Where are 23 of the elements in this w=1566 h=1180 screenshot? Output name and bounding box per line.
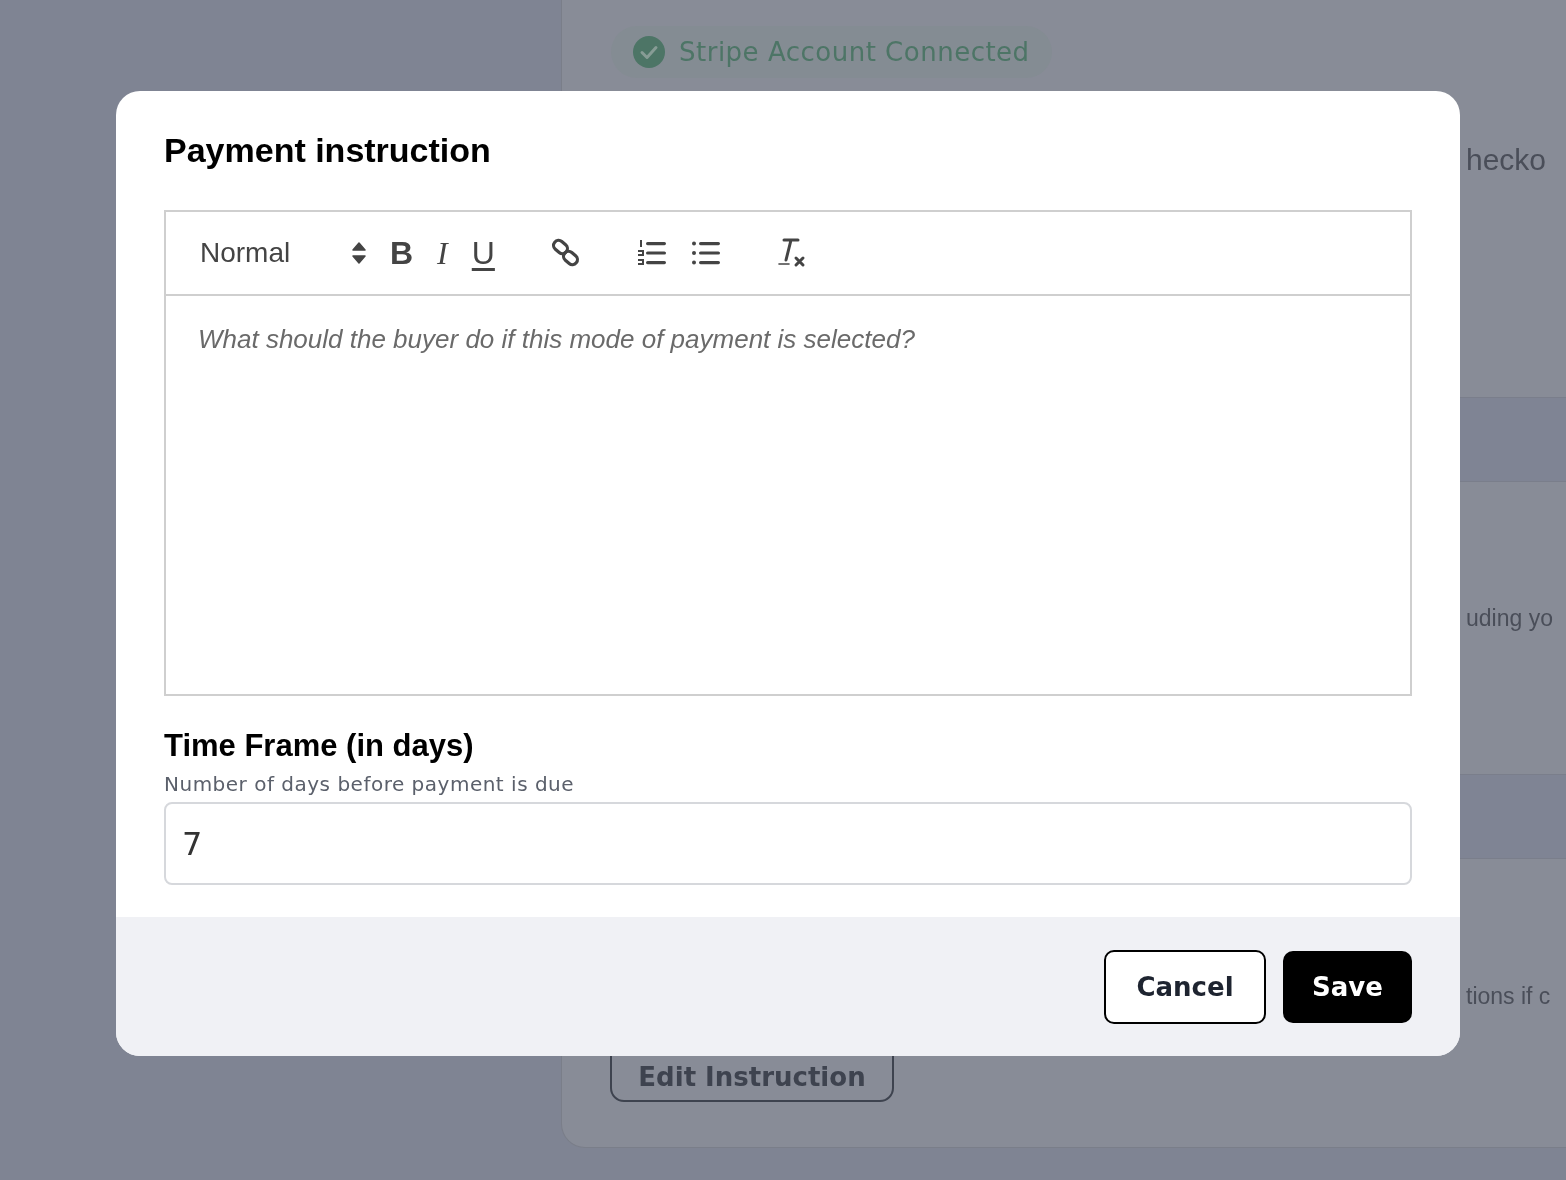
save-button[interactable]: Save xyxy=(1283,950,1412,1023)
underline-button[interactable]: U xyxy=(471,236,495,270)
section-heading: hecko xyxy=(1466,143,1547,177)
bold-button[interactable]: B xyxy=(390,236,414,270)
editor-placeholder: What should the buyer do if this mode of payment is selected? xyxy=(198,324,916,355)
help-text: Number of days before payment is due xyxy=(164,772,576,796)
dialog-title: Payment instruction xyxy=(164,131,492,170)
clear-format-icon xyxy=(776,237,807,269)
ordered-list-button[interactable] xyxy=(636,238,667,268)
field-label: Time Frame (in days) xyxy=(164,728,475,764)
format-select[interactable]: Normal xyxy=(200,237,366,269)
description-text: uding yo xyxy=(1466,604,1553,632)
numbered-list-icon xyxy=(636,238,667,268)
description-text: tions if c xyxy=(1466,982,1551,1010)
days-input[interactable]: 7 xyxy=(164,802,1412,885)
clean-button[interactable] xyxy=(776,237,807,269)
link-icon xyxy=(550,238,581,268)
link-button[interactable] xyxy=(550,238,581,268)
updown-icon xyxy=(352,241,366,265)
check-circle-icon xyxy=(633,36,665,68)
cancel-button[interactable]: Cancel xyxy=(1104,949,1266,1024)
editor-area[interactable]: What should the buyer do if this mode of payment is selected? xyxy=(166,296,1410,694)
italic-button[interactable]: I xyxy=(437,236,448,270)
